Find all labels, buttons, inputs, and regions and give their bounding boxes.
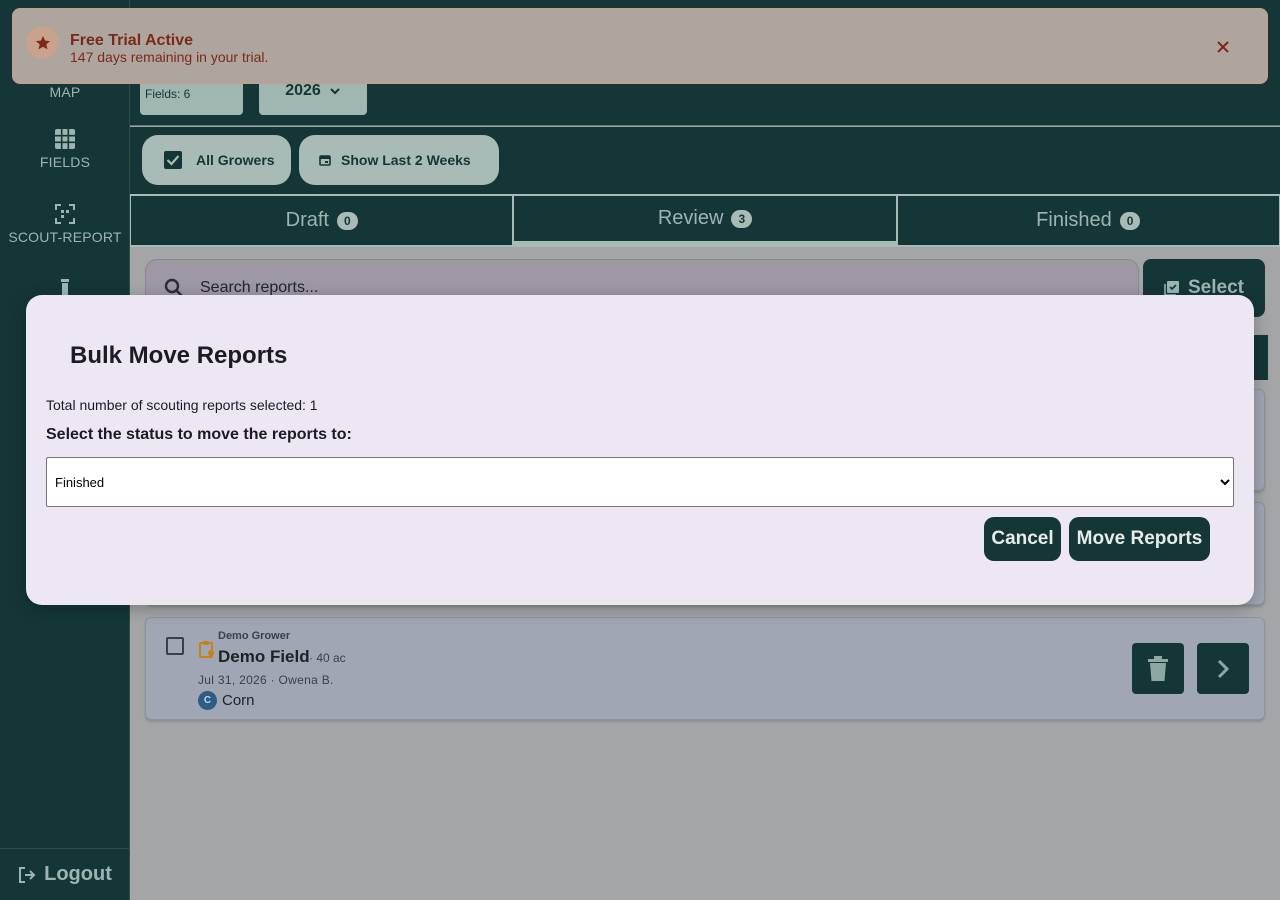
status-prompt: Select the status to move the reports to… [46, 426, 352, 443]
chevron-down-icon [330, 87, 340, 94]
sidebar-item-label: FIELDS [39, 154, 91, 170]
selected-count-text: Total number of scouting reports selecte… [46, 397, 318, 413]
tab-review[interactable]: Review 3 [513, 194, 897, 247]
logout-label: Logout [44, 863, 112, 885]
checkbox-checked-icon[interactable] [164, 151, 182, 169]
crop-name: Corn [222, 692, 255, 709]
tab-finished[interactable]: Finished 0 [896, 194, 1280, 247]
delete-button[interactable] [1132, 643, 1184, 694]
sidebar-item-label: SCOUT-REPORT [8, 229, 122, 245]
field-name: Demo Field [218, 647, 310, 666]
logout-icon [19, 866, 36, 883]
report-card[interactable]: Demo Grower Demo Field · 40 ac Jul 31, 2… [145, 617, 1265, 720]
tab-label: Review [657, 207, 724, 229]
logout-button[interactable]: Logout [0, 848, 130, 900]
report-meta: Jul 31, 2026 · Owena B. [198, 673, 334, 687]
status-tabs: Draft 0 Review 3 Finished 0 [130, 194, 1280, 247]
scan-icon [55, 204, 75, 224]
tab-count-badge: 3 [731, 209, 753, 228]
toast-subtitle: 147 days remaining in your trial. [70, 49, 269, 65]
checklist-icon [1164, 281, 1179, 296]
bulk-move-modal: Bulk Move Reports Total number of scouti… [26, 295, 1254, 605]
sidebar-item-scout-report[interactable]: SCOUT-REPORT [0, 203, 130, 245]
tab-label: Draft [285, 209, 329, 231]
sidebar-item-fields[interactable]: FIELDS [0, 128, 130, 170]
crop-initial-icon: C [198, 691, 217, 710]
tab-draft[interactable]: Draft 0 [130, 194, 514, 247]
chevron-right-icon [1217, 659, 1230, 678]
last-two-weeks-label: Show Last 2 Weeks [341, 152, 471, 168]
clipboard-icon [199, 641, 214, 658]
cancel-button[interactable]: Cancel [984, 517, 1061, 561]
open-report-button[interactable] [1197, 643, 1249, 694]
all-growers-label: All Growers [196, 152, 275, 168]
grid-icon [55, 129, 75, 149]
field-acres: · 40 ac [309, 651, 346, 665]
close-toast-button[interactable] [1213, 37, 1233, 57]
all-growers-filter[interactable]: All Growers [142, 135, 291, 185]
sidebar-item-label: MAP [49, 84, 81, 100]
tab-count-badge: 0 [1119, 211, 1141, 230]
star-icon [26, 26, 59, 59]
trial-toast: Free Trial Active 147 days remaining in … [12, 8, 1268, 84]
tab-label: Finished [1036, 209, 1112, 231]
grower-name: Demo Grower [218, 630, 291, 642]
last-two-weeks-filter[interactable]: Show Last 2 Weeks [299, 135, 499, 185]
move-reports-button[interactable]: Move Reports [1069, 517, 1210, 561]
status-select[interactable]: Finished [46, 457, 1234, 507]
toast-title: Free Trial Active [70, 32, 194, 49]
modal-title: Bulk Move Reports [70, 342, 288, 369]
trash-icon [1148, 655, 1168, 681]
crop-tag: C Corn [198, 691, 255, 710]
tab-count-badge: 0 [336, 211, 358, 230]
report-checkbox[interactable] [166, 637, 184, 655]
close-icon [1217, 41, 1229, 53]
filter-bar: All Growers Show Last 2 Weeks [130, 127, 1280, 194]
year-value: 2026 [285, 81, 321, 99]
calendar-icon [319, 155, 331, 166]
